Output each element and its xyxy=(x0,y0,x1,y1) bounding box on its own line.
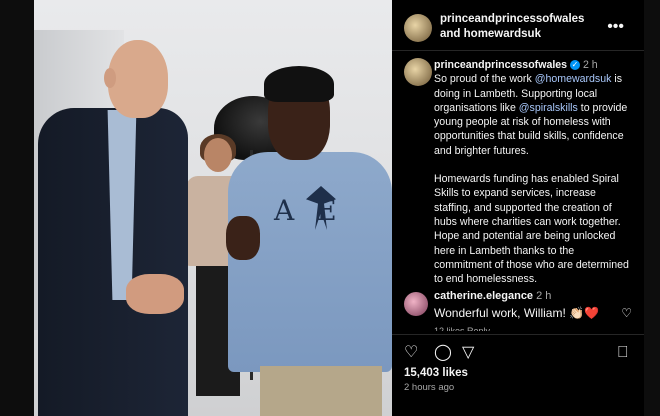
comment-text: Wonderful work, William! 👏🏻❤️ xyxy=(434,306,600,320)
comment: catherine.elegance 2 h Wonderful work, W… xyxy=(404,290,632,331)
more-horizontal-icon[interactable]: ••• xyxy=(607,18,624,36)
commenter-avatar[interactable] xyxy=(404,292,428,316)
post-header: princeandprincessofwales and homewardsuk… xyxy=(404,12,632,44)
post-side-panel: princeandprincessofwales and homewardsuk… xyxy=(392,0,644,416)
bookmark-icon[interactable]: ⎕ xyxy=(618,344,628,362)
comment-time: 2 h xyxy=(536,290,552,302)
likes-count[interactable]: 15,403 likes xyxy=(404,367,468,379)
caption-paragraph: Homewards funding has enabled Spiral Ski… xyxy=(434,173,629,286)
post-time: 2 hours ago xyxy=(404,382,455,393)
verified-badge-icon: ✓ xyxy=(570,60,581,71)
share-icon[interactable]: ▽ xyxy=(462,344,474,362)
caption-time: 2 h xyxy=(582,59,598,71)
heart-outline-icon[interactable]: ♡ xyxy=(621,306,632,320)
caption-username[interactable]: princeandprincessofwales xyxy=(434,59,567,71)
mention-homewardsuk[interactable]: @homewardsuk xyxy=(535,73,612,85)
comment-username[interactable]: catherine.elegance xyxy=(434,290,533,302)
person-right: AE xyxy=(220,66,392,416)
post-photo[interactable]: AE › xyxy=(34,0,392,416)
divider xyxy=(392,50,644,51)
heart-icon[interactable]: ♡ xyxy=(404,344,418,362)
post-authors[interactable]: princeandprincessofwales and homewardsuk xyxy=(440,12,600,42)
comment-meta[interactable]: 12 likes Reply xyxy=(434,326,490,331)
caption-text: So proud of the work xyxy=(434,73,535,86)
caption-avatar[interactable] xyxy=(404,58,432,86)
mention-spiralskills[interactable]: @spiralskills xyxy=(519,102,578,114)
action-bar: ♡ ◯ ▽ ⎕ xyxy=(404,344,632,364)
person-left xyxy=(34,38,194,416)
divider xyxy=(392,334,644,335)
comment-icon[interactable]: ◯ xyxy=(434,344,452,362)
author-avatar[interactable] xyxy=(404,14,432,42)
